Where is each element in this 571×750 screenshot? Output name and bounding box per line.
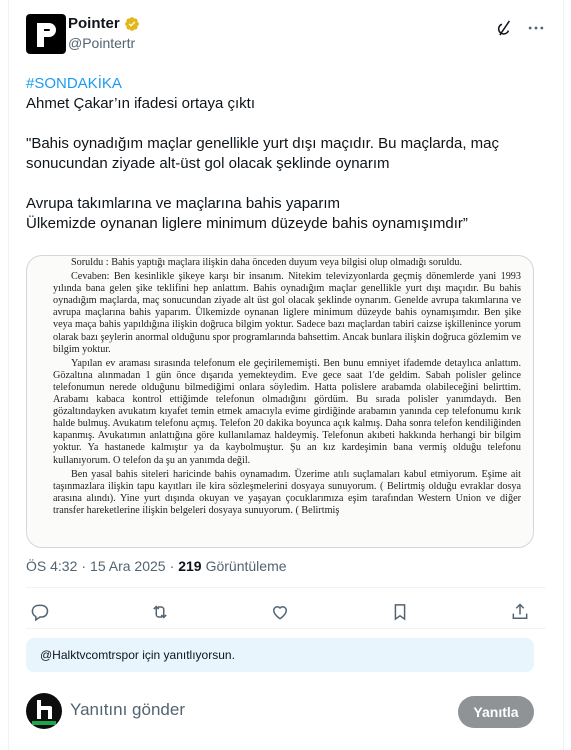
- tweet-meta: ÖS 4:32 · 15 Ara 2025 · 219 Görüntüleme: [26, 558, 287, 574]
- tweet-line: [26, 174, 546, 194]
- tweet-header: Pointer @Pointertr: [26, 14, 546, 62]
- divider: [26, 628, 546, 629]
- grok-icon[interactable]: [494, 18, 514, 38]
- retweet-icon[interactable]: [150, 602, 170, 622]
- share-icon[interactable]: [510, 602, 530, 622]
- action-bar: [26, 599, 534, 625]
- views-label: Görüntüleme: [205, 558, 287, 574]
- meta-separator: ·: [81, 558, 87, 574]
- author-name-row[interactable]: Pointer: [68, 15, 140, 32]
- reply-icon[interactable]: [30, 602, 50, 622]
- header-actions: [494, 18, 546, 38]
- divider: [26, 587, 546, 588]
- tweet-line: [26, 114, 546, 134]
- verified-badge-icon[interactable]: [124, 16, 140, 32]
- document-paragraph: Ben yasal bahis siteleri haricinde bahis…: [53, 468, 521, 516]
- author-handle[interactable]: @Pointertr: [68, 35, 135, 51]
- reply-button[interactable]: Yanıtla: [458, 696, 534, 728]
- more-icon[interactable]: [526, 18, 546, 38]
- reply-input[interactable]: Yanıtını gönder: [70, 700, 185, 720]
- like-icon[interactable]: [270, 602, 290, 622]
- document-image[interactable]: Soruldu : Bahis yaptığı maçlara ilişkin …: [26, 255, 534, 548]
- tweet-line: Avrupa takımlarına ve maçlarına bahis ya…: [26, 195, 341, 212]
- tweet-line: Ahmet Çakar’ın ifadesi ortaya çıktı: [26, 95, 255, 112]
- tweet-time[interactable]: ÖS 4:32: [26, 558, 77, 574]
- bookmark-icon[interactable]: [390, 602, 410, 622]
- author-avatar[interactable]: [26, 14, 66, 54]
- reply-composer: Yanıtını gönder Yanıtla: [26, 693, 534, 733]
- tweet-date[interactable]: 15 Ara 2025: [90, 558, 166, 574]
- document-paragraph: Yapılan ev araması sırasında telefonum e…: [53, 357, 521, 466]
- hashtag-link[interactable]: #SONDAKİKA: [26, 75, 122, 92]
- document-text: Soruldu : Bahis yaptığı maçlara ilişkin …: [53, 257, 521, 517]
- author-display-name[interactable]: Pointer: [68, 15, 120, 32]
- views-count: 219: [178, 558, 202, 574]
- document-paragraph: Cevaben: Ben kesinlikle şikeye karşı bir…: [53, 271, 521, 355]
- tweet-line: "Bahis oynadığım maçlar genellikle yurt …: [26, 135, 504, 172]
- tweet-line: Ülkemizde oynanan liglere minimum düzeyd…: [26, 215, 468, 232]
- meta-separator: ·: [169, 558, 175, 574]
- document-paragraph: Soruldu : Bahis yaptığı maçlara ilişkin …: [71, 257, 463, 268]
- reply-context[interactable]: @Halktvcomtrspor için yanıtlıyorsun.: [26, 638, 534, 672]
- halktv-logo-icon: [26, 693, 62, 729]
- tweet-text: #SONDAKİKA Ahmet Çakar’ın ifadesi ortaya…: [26, 74, 546, 234]
